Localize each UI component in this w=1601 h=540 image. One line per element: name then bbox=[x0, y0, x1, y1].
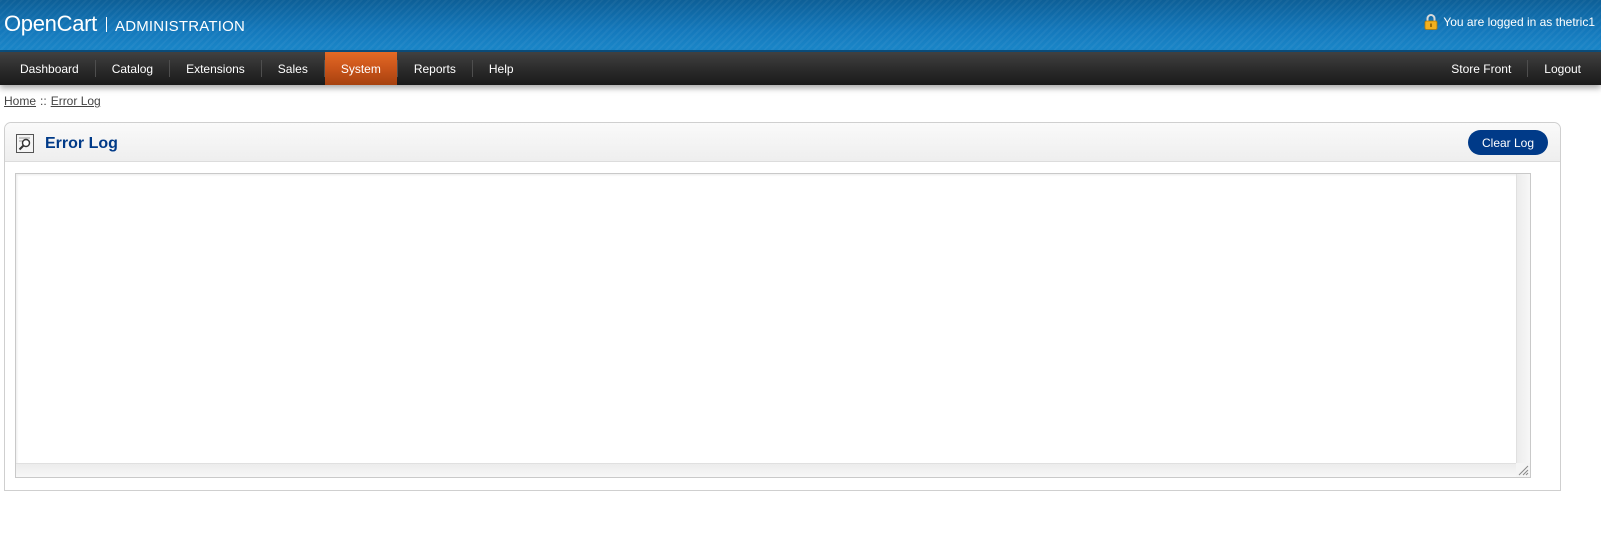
breadcrumb-current-link[interactable]: Error Log bbox=[51, 94, 101, 108]
logo-divider bbox=[105, 16, 107, 32]
resize-handle-icon[interactable] bbox=[1516, 463, 1530, 477]
page-title: Error Log bbox=[45, 135, 118, 152]
menu-item-reports[interactable]: Reports bbox=[398, 52, 472, 85]
menu-right: Store Front Logout bbox=[1435, 52, 1597, 85]
log-text bbox=[22, 178, 1512, 459]
clear-log-button[interactable]: Clear Log bbox=[1468, 130, 1548, 155]
error-log-textarea[interactable] bbox=[15, 173, 1531, 478]
menu-left: Dashboard Catalog Extensions Sales System Rep… bbox=[4, 52, 530, 85]
log-icon bbox=[15, 133, 36, 154]
menu-item-system[interactable]: System bbox=[324, 52, 397, 85]
logo[interactable]: OpenCart ADMINISTRATION bbox=[4, 11, 245, 37]
lock-icon bbox=[1424, 14, 1438, 30]
logo-brand: OpenCart bbox=[4, 11, 97, 36]
menu-item-sales[interactable]: Sales bbox=[262, 52, 324, 85]
menu-item-extensions[interactable]: Extensions bbox=[170, 52, 261, 85]
menu-item-catalog[interactable]: Catalog bbox=[96, 52, 169, 85]
breadcrumb-separator: :: bbox=[40, 94, 47, 108]
logo-subtitle: ADMINISTRATION bbox=[114, 18, 246, 35]
breadcrumb-home-link[interactable]: Home bbox=[4, 94, 36, 108]
main-menu: Dashboard Catalog Extensions Sales System Rep… bbox=[0, 52, 1601, 85]
header: OpenCart ADMINISTRATION You are logged i… bbox=[0, 0, 1601, 52]
error-log-box: Error Log Clear Log bbox=[4, 122, 1561, 491]
menu-item-logout[interactable]: Logout bbox=[1528, 52, 1597, 85]
horizontal-scrollbar[interactable] bbox=[16, 463, 1516, 477]
breadcrumb: Home:: Error Log bbox=[4, 94, 101, 108]
login-info: You are logged in as thetric1 bbox=[1424, 14, 1595, 30]
vertical-scrollbar[interactable] bbox=[1516, 174, 1530, 463]
menu-item-help[interactable]: Help bbox=[473, 52, 530, 85]
menu-item-dashboard[interactable]: Dashboard bbox=[4, 52, 95, 85]
box-heading: Error Log Clear Log bbox=[5, 123, 1560, 162]
login-text: You are logged in as thetric1 bbox=[1443, 15, 1595, 29]
menu-item-store-front[interactable]: Store Front bbox=[1435, 52, 1527, 85]
